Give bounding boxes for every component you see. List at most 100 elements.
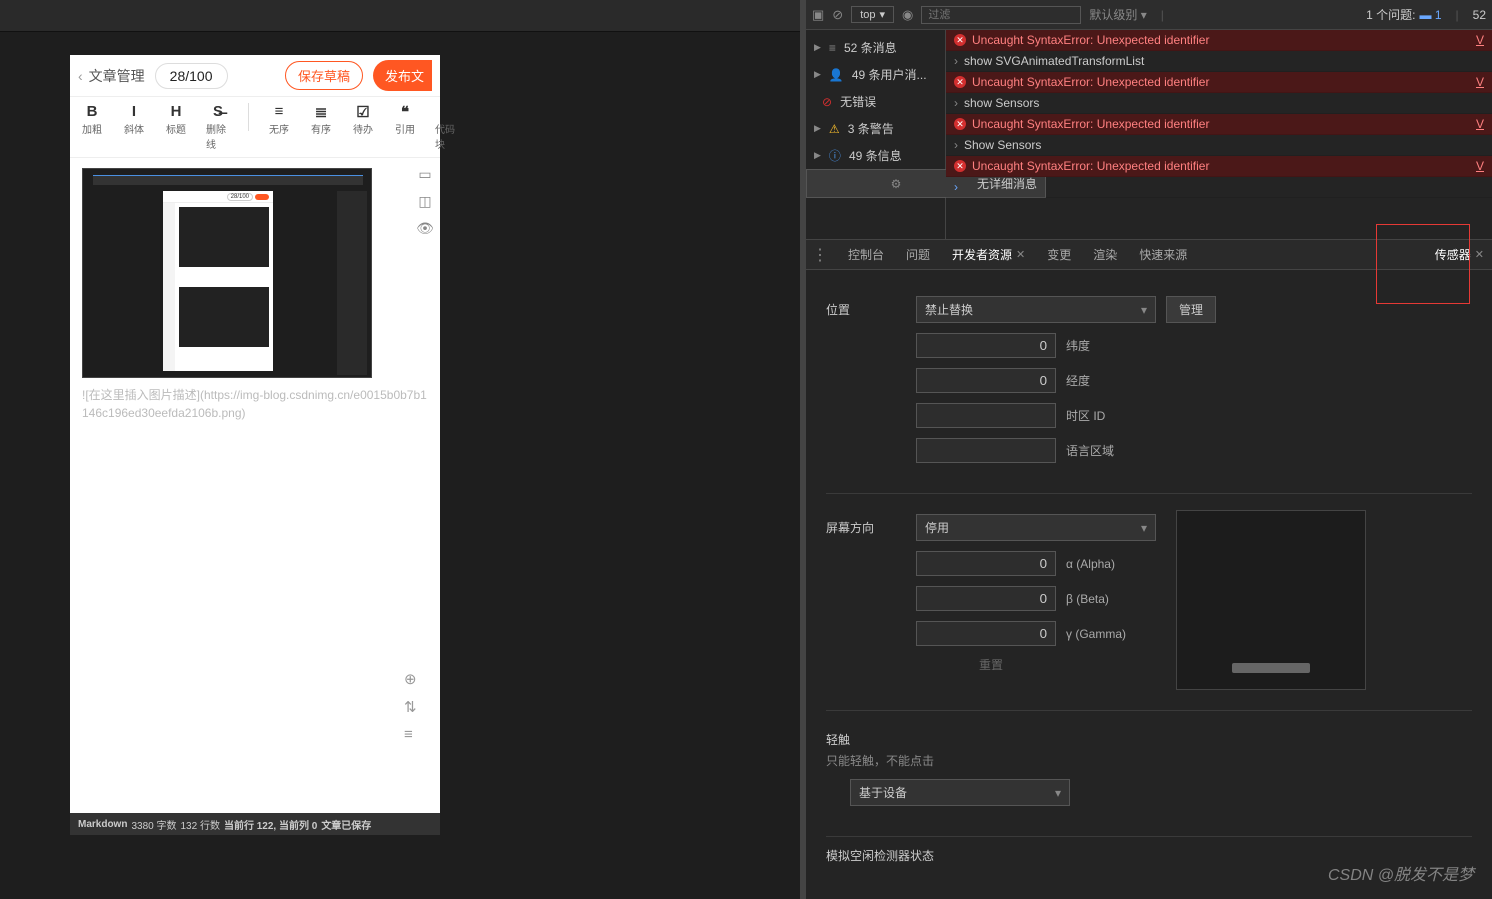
manage-button[interactable]: 管理 [1166, 296, 1216, 323]
layout-icon-2[interactable]: ◫ [414, 193, 436, 210]
toggle-sidebar-icon[interactable]: ▣ [812, 7, 824, 23]
devtools-panel: ▣ ⊘ top▾ ◉ 默认级别 ▾ | 1 个问题: ▬ 1 | 52 ▶≡52… [806, 0, 1492, 899]
sidebar-item[interactable]: ▶⚠3 条警告 [806, 115, 945, 142]
toolbar-加粗[interactable]: B加粗 [80, 103, 104, 151]
back-icon[interactable]: ‹ [78, 68, 83, 84]
publish-button[interactable]: 发布文 [373, 60, 432, 91]
sidebar-item[interactable]: ▶ⓘ49 条信息 [806, 142, 945, 169]
level-selector[interactable]: 默认级别 ▾ [1089, 6, 1146, 23]
alpha-input[interactable] [916, 551, 1056, 576]
location-select[interactable]: 禁止替换▾ [916, 296, 1156, 323]
touch-desc: 只能轻触，不能点击 [826, 752, 1472, 769]
console-message[interactable]: ›show Sensors [946, 93, 1492, 114]
longitude-input[interactable] [916, 368, 1056, 393]
hidden-count: 52 [1473, 8, 1486, 22]
location-section: 位置 禁止替换▾ 管理 纬度 经度 时区 ID 语言区域 [826, 286, 1472, 494]
latitude-input[interactable] [916, 333, 1056, 358]
location-label: 位置 [826, 301, 916, 318]
touch-select[interactable]: 基于设备▾ [850, 779, 1070, 806]
tab-console[interactable]: 控制台 [846, 246, 886, 263]
toolbar-无序[interactable]: ≡无序 [267, 103, 291, 151]
timezone-label: 时区 ID [1066, 407, 1105, 424]
side-view-icons: ▭ ◫ 👁 [414, 166, 436, 237]
status-cursor: 当前行 122, 当前列 0 [224, 817, 317, 832]
toolbar-删除线[interactable]: S̶删除线 [206, 103, 230, 151]
drawer-menu-icon[interactable]: ⋮ [812, 245, 828, 265]
console-message[interactable]: ›show SVGAnimatedTransformList [946, 51, 1492, 72]
console-area: ▶≡52 条消息▶👤49 条用户消... ⊘无错误▶⚠3 条警告▶ⓘ49 条信息… [806, 30, 1492, 240]
tab-changes[interactable]: 变更 [1045, 246, 1073, 263]
orientation-section: 屏幕方向 停用▾ α (Alpha) β (Beta) γ (Gamma) 重置 [826, 504, 1472, 711]
orientation-label: 屏幕方向 [826, 519, 916, 536]
console-sidebar: ▶≡52 条消息▶👤49 条用户消... ⊘无错误▶⚠3 条警告▶ⓘ49 条信息… [806, 30, 946, 239]
char-counter: 28/100 [155, 63, 228, 89]
gamma-label: γ (Gamma) [1066, 627, 1126, 641]
layout-icon-1[interactable]: ▭ [414, 166, 436, 183]
orientation-select[interactable]: 停用▾ [916, 514, 1156, 541]
console-message[interactable]: ✕Uncaught SyntaxError: Unexpected identi… [946, 156, 1492, 177]
status-saved: 文章已保存 [321, 817, 371, 832]
console-toolbar: ▣ ⊘ top▾ ◉ 默认级别 ▾ | 1 个问题: ▬ 1 | 52 [806, 0, 1492, 30]
drawer-tabs: ⋮ 控制台 问题 开发者资源✕ 变更 渲染 快速来源 传感器✕ [806, 240, 1492, 270]
toolbar-标题[interactable]: H标题 [164, 103, 188, 151]
locale-input[interactable] [916, 438, 1056, 463]
alpha-label: α (Alpha) [1066, 557, 1115, 571]
sidebar-item[interactable]: ⊘无错误 [806, 88, 945, 115]
status-mode: Markdown [78, 819, 127, 830]
close-icon[interactable]: ✕ [1016, 248, 1025, 261]
editor-content[interactable]: ▭ ◫ 👁 28/100 ![在这里插入图片描述](https://img-bl… [70, 158, 440, 813]
console-messages: ✕Uncaught SyntaxError: Unexpected identi… [946, 30, 1492, 239]
reset-button[interactable]: 重置 [826, 656, 1156, 673]
clear-console-icon[interactable]: ⊘ [832, 7, 843, 23]
touch-heading: 轻触 [826, 731, 1472, 748]
longitude-label: 经度 [1066, 372, 1090, 389]
status-lines: 132 行数 [180, 817, 219, 832]
tab-quick-source[interactable]: 快速来源 [1137, 246, 1189, 263]
issues-indicator[interactable]: 1 个问题: ▬ 1 [1366, 6, 1441, 23]
console-prompt[interactable]: › [946, 177, 1492, 198]
mobile-header: ‹ 文章管理 28/100 保存草稿 发布文 [70, 55, 440, 97]
sensors-panel: 位置 禁止替换▾ 管理 纬度 经度 时区 ID 语言区域 屏幕方向 停用▾ α … [806, 270, 1492, 899]
context-selector[interactable]: top▾ [851, 6, 894, 23]
tab-rendering[interactable]: 渲染 [1091, 246, 1119, 263]
editor-top-strip [0, 0, 800, 32]
tab-sensors[interactable]: 传感器✕ [1433, 246, 1486, 263]
eye-icon[interactable]: 👁 [414, 220, 436, 237]
sidebar-item[interactable]: ▶≡52 条消息 [806, 34, 945, 61]
toolbar-代码块[interactable]: 代码块 [435, 103, 459, 151]
toolbar-待办[interactable]: ☑待办 [351, 103, 375, 151]
toolbar-斜体[interactable]: I斜体 [122, 103, 146, 151]
touch-section: 轻触 只能轻触，不能点击 基于设备▾ [826, 721, 1472, 837]
beta-input[interactable] [916, 586, 1056, 611]
back-label[interactable]: 文章管理 [89, 66, 145, 86]
console-message[interactable]: ✕Uncaught SyntaxError: Unexpected identi… [946, 30, 1492, 51]
watermark: CSDN @脱发不是梦 [1328, 861, 1474, 885]
console-message[interactable]: ✕Uncaught SyntaxError: Unexpected identi… [946, 72, 1492, 93]
locale-label: 语言区域 [1066, 442, 1114, 459]
beta-label: β (Beta) [1066, 592, 1109, 606]
status-chars: 3380 字数 [131, 817, 176, 832]
orientation-preview[interactable] [1176, 510, 1366, 690]
sidebar-item[interactable]: ▶👤49 条用户消... [806, 61, 945, 88]
markdown-source-text[interactable]: ![在这里插入图片描述](https://img-blog.csdnimg.cn… [82, 386, 428, 422]
console-message[interactable]: ›Show Sensors [946, 135, 1492, 156]
close-icon[interactable]: ✕ [1475, 248, 1484, 261]
menu-icon[interactable]: ≡ [404, 726, 426, 743]
tab-dev-resources[interactable]: 开发者资源✕ [950, 246, 1027, 263]
floating-tools: ⊕ ⇅ ≡ [404, 670, 426, 743]
latitude-label: 纬度 [1066, 337, 1090, 354]
gamma-input[interactable] [916, 621, 1056, 646]
embedded-image: 28/100 [82, 168, 372, 378]
timezone-input[interactable] [916, 403, 1056, 428]
mobile-preview-frame: ‹ 文章管理 28/100 保存草稿 发布文 B加粗 I斜体 H标题 S̶删除线 ≡无序… [70, 55, 440, 835]
save-draft-button[interactable]: 保存草稿 [285, 61, 363, 90]
toolbar-引用[interactable]: ❝引用 [393, 103, 417, 151]
toolbar-有序[interactable]: ≣有序 [309, 103, 333, 151]
filter-input[interactable] [921, 6, 1081, 24]
console-message[interactable]: ✕Uncaught SyntaxError: Unexpected identi… [946, 114, 1492, 135]
tab-issues[interactable]: 问题 [904, 246, 932, 263]
sort-icon[interactable]: ⇅ [404, 698, 426, 716]
eye-icon[interactable]: ◉ [902, 7, 913, 23]
editor-status-bar: Markdown 3380 字数 132 行数 当前行 122, 当前列 0 文… [70, 813, 440, 835]
target-icon[interactable]: ⊕ [404, 670, 426, 688]
